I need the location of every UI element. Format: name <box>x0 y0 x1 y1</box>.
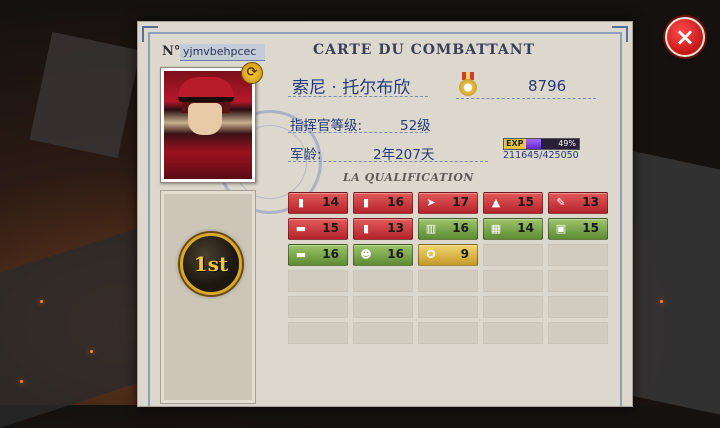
qualification-item[interactable]: ▬ 16 <box>288 244 348 266</box>
qualification-level: 16 <box>452 221 469 235</box>
exp-numbers: 211645/425050 <box>503 150 579 161</box>
qualification-item[interactable]: ✪ 9 <box>418 244 478 266</box>
cartridge-icon: ▮ <box>362 222 370 235</box>
card-corner <box>142 26 158 42</box>
commander-level-value: 52级 <box>400 118 431 134</box>
qualification-item[interactable]: ▮ 13 <box>353 218 413 240</box>
qualification-slot <box>418 296 478 318</box>
ammo-icon: ▲ <box>491 196 501 209</box>
crate-icon: ▣ <box>555 222 567 235</box>
service-value: 2年207天 <box>373 147 435 163</box>
divider <box>288 96 428 97</box>
qualification-level: 15 <box>517 195 534 209</box>
qualification-level: 14 <box>322 195 339 209</box>
medal-icon <box>458 72 478 96</box>
card-title: CARTE DU COMBATTANT <box>313 42 535 58</box>
rank-badge: 1st <box>180 233 242 295</box>
qualification-level: 13 <box>387 221 404 235</box>
soldier-icon: ☻ <box>360 248 372 261</box>
qualification-slot <box>353 322 413 344</box>
qualification-level: 13 <box>582 195 599 209</box>
rank-badge-text: 1st <box>193 252 229 276</box>
map-icon: ▦ <box>490 222 502 235</box>
qualification-slot <box>353 296 413 318</box>
qualification-item[interactable]: ▲ 15 <box>483 192 543 214</box>
medal-icon: ✪ <box>426 248 436 261</box>
qualification-level: 16 <box>387 247 404 261</box>
qualification-item[interactable]: ▣ 15 <box>548 218 608 240</box>
qualification-slot <box>483 270 543 292</box>
divider <box>288 132 428 133</box>
shell-icon: ▮ <box>362 196 370 209</box>
qualification-item[interactable]: ▮ 16 <box>353 192 413 214</box>
card-corner <box>612 26 628 42</box>
service-label: 军龄: <box>290 147 322 163</box>
combat-score: 8796 <box>528 77 567 95</box>
commander-level-label: 指挥官等级: <box>290 118 363 134</box>
qualification-item[interactable]: ▦ 14 <box>483 218 543 240</box>
qualification-slot <box>548 322 608 344</box>
qualification-slot <box>288 296 348 318</box>
qualification-slot <box>548 270 608 292</box>
qualification-title: LA QUALIFICATION <box>343 171 474 184</box>
qualification-item[interactable]: ☻ 16 <box>353 244 413 266</box>
qualification-slot <box>483 244 543 266</box>
close-icon: × <box>674 23 696 51</box>
book-icon: ▥ <box>425 222 437 235</box>
divider <box>456 98 596 99</box>
qualification-level: 9 <box>460 247 469 261</box>
qualification-slot <box>288 322 348 344</box>
divider <box>288 161 488 162</box>
rocket-icon: ➤ <box>426 196 436 209</box>
qualification-level: 16 <box>322 247 339 261</box>
exp-bar: EXP 49% <box>503 138 580 150</box>
commander-portrait <box>164 71 252 179</box>
qualification-slot <box>483 296 543 318</box>
qualification-slot <box>483 322 543 344</box>
exp-percent: 49% <box>558 139 576 148</box>
qualification-item[interactable]: ✎ 13 <box>548 192 608 214</box>
close-button[interactable]: × <box>665 17 705 57</box>
number-label: N° <box>162 44 181 59</box>
avatar[interactable]: ⟳ <box>160 62 263 183</box>
commander-name: 索尼 · 托尔布欣 <box>292 78 411 98</box>
qualification-slot <box>418 322 478 344</box>
qualification-item[interactable]: ▬ 15 <box>288 218 348 240</box>
pipe-icon: ▬ <box>295 222 307 235</box>
qualification-slot <box>353 270 413 292</box>
qualification-slot <box>548 244 608 266</box>
qualification-item[interactable]: ➤ 17 <box>418 192 478 214</box>
wrench-icon: ✎ <box>556 196 566 209</box>
combatant-card: N° yjmvbehpcec CARTE DU COMBATTANT A.M.C… <box>137 21 633 407</box>
qualification-level: 17 <box>452 195 469 209</box>
tank-icon: ▬ <box>295 248 307 261</box>
qualification-level: 15 <box>322 221 339 235</box>
exp-tag: EXP <box>504 139 526 149</box>
qualification-slot <box>548 296 608 318</box>
qualification-slot <box>288 270 348 292</box>
qualification-slot <box>418 270 478 292</box>
qualification-level: 16 <box>387 195 404 209</box>
rank-medal-panel: 1st <box>160 190 256 404</box>
qualification-item[interactable]: ▥ 16 <box>418 218 478 240</box>
player-id[interactable]: yjmvbehpcec <box>180 44 265 61</box>
qualification-level: 14 <box>517 221 534 235</box>
qualification-level: 15 <box>582 221 599 235</box>
swap-avatar-icon[interactable]: ⟳ <box>241 62 263 84</box>
bullet-icon: ▮ <box>297 196 305 209</box>
qualification-item[interactable]: ▮ 14 <box>288 192 348 214</box>
